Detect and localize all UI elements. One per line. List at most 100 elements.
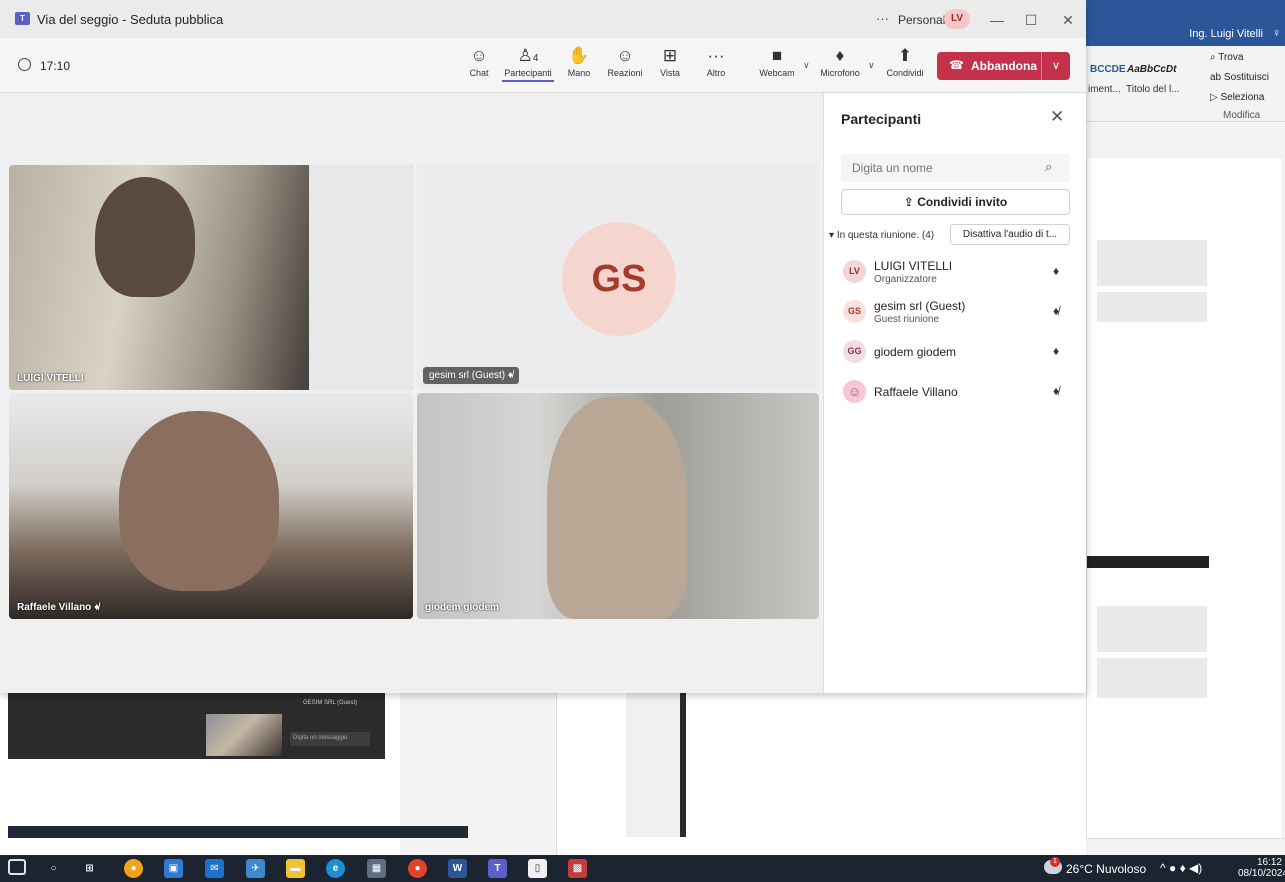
search-icon: ⌕ [1045, 159, 1053, 174]
close-button[interactable]: ✕ [1056, 8, 1080, 32]
replace-icon: ab [1210, 72, 1224, 83]
raise-hand-button[interactable]: ✋ Mano [563, 44, 595, 78]
doc-embedded-screenshot [1097, 606, 1207, 652]
more-button[interactable]: ··· Altro [700, 44, 732, 78]
hand-icon: ✋ [568, 46, 590, 65]
video-tile[interactable]: GS gesim srl (Guest) ♦̸ [417, 165, 819, 390]
chrome-icon[interactable]: ● [408, 859, 427, 878]
style-label-1: iment... [1088, 84, 1121, 95]
meeting-timer: 17:10 [40, 59, 71, 73]
explorer-icon[interactable]: ▬ [286, 859, 305, 878]
maximize-button[interactable]: ☐ [1019, 8, 1043, 32]
participant-row[interactable]: GG giodem giodem ♦ [841, 336, 1070, 370]
edge-icon[interactable]: e [326, 859, 345, 878]
webcam-button[interactable]: ■ Webcam [757, 44, 797, 78]
mute-all-button[interactable]: Disattiva l'audio di t... [950, 224, 1070, 245]
chrome-canary-icon[interactable]: ● [124, 859, 143, 878]
view-button[interactable]: ⊞ Vista [655, 44, 685, 78]
video-tile[interactable]: Raffaele Villano ♦̸ [9, 393, 413, 619]
panel-title: Partecipanti [841, 111, 922, 127]
leave-options-chevron-icon[interactable]: ∨ [1041, 52, 1070, 80]
smile-icon: ☺ [616, 46, 634, 65]
system-tray[interactable]: ^ ● ♦ ◀) [1160, 861, 1202, 875]
select-icon: ▷ [1210, 92, 1221, 103]
share-button[interactable]: ⬆ Condividi [884, 44, 926, 78]
notepad-icon[interactable]: ▯ [528, 859, 547, 878]
video-stage: LUIGI VITELLI GS gesim srl (Guest) ♦̸ Ra… [0, 93, 823, 693]
reactions-button[interactable]: ☺ Reazioni [603, 44, 647, 78]
weather-badge: 1 [1050, 857, 1060, 867]
ribbon-group-label: Modifica [1223, 110, 1261, 121]
show-desktop-icon[interactable] [8, 859, 26, 875]
bg-spreadsheet-sidebar [626, 693, 686, 837]
style-preview-1[interactable]: BCCDE [1090, 64, 1126, 75]
search-input[interactable] [841, 154, 1070, 182]
minimize-button[interactable]: — [985, 8, 1009, 32]
participant-row[interactable]: GS gesim srl (Guest) Guest riunione ♦̸ [841, 296, 1070, 330]
mail-icon[interactable]: ✉ [205, 859, 224, 878]
bg-mini-taskbar [8, 826, 468, 838]
word-document-page[interactable] [1086, 158, 1281, 848]
chat-button[interactable]: ☺ Chat [464, 44, 494, 78]
leave-label: Abbandona [971, 59, 1037, 73]
antivirus-icon[interactable]: ● [1169, 861, 1176, 875]
doc-embedded-screenshot [1097, 240, 1207, 286]
user-icon[interactable]: ♀ [1272, 26, 1281, 40]
weather-text[interactable]: 26°C Nuvoloso [1066, 862, 1146, 876]
grid-icon: ⊞ [662, 46, 678, 65]
caret-down-icon: ▾ [829, 230, 837, 241]
avatar[interactable]: LV [944, 9, 970, 29]
tile-name: Raffaele Villano ♦̸ [17, 602, 100, 613]
teams-title-bar: T Via del seggio - Seduta pubblica ··· P… [0, 0, 1086, 38]
mic-icon: ♦ [1053, 344, 1060, 358]
style-preview-2[interactable]: AaBbCcDt [1127, 64, 1176, 75]
participant-row[interactable]: LV LUIGI VITELLI Organizzatore ♦ [841, 256, 1070, 290]
replace-button[interactable]: ab Sostituisci [1210, 72, 1269, 83]
select-button[interactable]: ▷ Seleziona [1210, 92, 1264, 103]
bg-video-thumbnail [206, 714, 282, 756]
share-invite-button[interactable]: ⇪ Condividi invito [841, 189, 1070, 215]
doc-embedded-screenshot [1097, 658, 1207, 698]
in-meeting-section[interactable]: ▾ In questa riunione. (4) [829, 230, 934, 241]
word-user-name[interactable]: Ing. Luigi Vitelli [1189, 28, 1263, 40]
participant-row[interactable]: ☺ Raffaele Villano ♦̸ [841, 376, 1070, 410]
share-icon: ⬆ [897, 46, 913, 65]
mic-icon[interactable]: ♦ [1180, 861, 1186, 875]
avatar: LV [843, 260, 866, 283]
app-icon[interactable]: ✈ [246, 859, 265, 878]
app-icon[interactable]: ▩ [568, 859, 587, 878]
task-view-icon[interactable]: ⊞ [80, 859, 99, 878]
leave-button[interactable]: ☎ Abbandona ∨ [937, 52, 1070, 80]
mic-off-icon: ♦̸ [94, 602, 100, 613]
doc-embedded-taskbar [1087, 556, 1209, 568]
teams-icon[interactable]: T [488, 859, 507, 878]
find-button[interactable]: ⌕ Trova [1210, 52, 1243, 63]
close-icon[interactable]: ✕ [1050, 107, 1064, 127]
chevron-down-icon[interactable]: ∨ [803, 60, 810, 71]
meeting-toolbar: 17:10 ☺ Chat ♙4 Partecipanti ✋ Mano ☺ Re… [0, 38, 1086, 93]
participant-name: Raffaele Villano [874, 385, 958, 399]
word-icon[interactable]: W [448, 859, 467, 878]
participants-button[interactable]: ♙4 Partecipanti [502, 44, 554, 82]
doc-embedded-screenshot [1097, 292, 1207, 322]
word-ribbon: BCCDE AaBbCcDt iment... Titolo del l... … [1086, 46, 1285, 122]
tile-name: giodem giodem [425, 602, 499, 613]
video-person [95, 177, 195, 297]
chevron-down-icon[interactable]: ∨ [868, 60, 875, 71]
chevron-up-icon[interactable]: ^ [1160, 861, 1166, 875]
mic-icon: ♦ [1053, 264, 1060, 278]
search-icon[interactable]: ○ [44, 859, 63, 878]
store-icon[interactable]: ▣ [164, 859, 183, 878]
people-icon: ♙4 [517, 46, 539, 65]
microphone-button[interactable]: ♦ Microfono [818, 44, 862, 78]
more-options-icon[interactable]: ··· [876, 11, 889, 26]
clock[interactable]: 16:12 08/10/2024 [1238, 857, 1285, 879]
word-title-bar: Ing. Luigi Vitelli ♀ [1086, 0, 1285, 46]
video-tile[interactable]: giodem giodem [417, 393, 819, 619]
video-tile[interactable]: LUIGI VITELLI [9, 165, 413, 390]
mic-off-icon: ♦̸ [507, 370, 514, 381]
word-window: Ing. Luigi Vitelli ♀ BCCDE AaBbCcDt imen… [1086, 0, 1285, 855]
calculator-icon[interactable]: ▦ [367, 859, 386, 878]
volume-icon[interactable]: ◀) [1189, 861, 1202, 875]
windows-taskbar: ○ ⊞ ● ▣ ✉ ✈ ▬ e ▦ ● W T ▯ ▩ 1 26°C Nuvol… [0, 855, 1285, 882]
